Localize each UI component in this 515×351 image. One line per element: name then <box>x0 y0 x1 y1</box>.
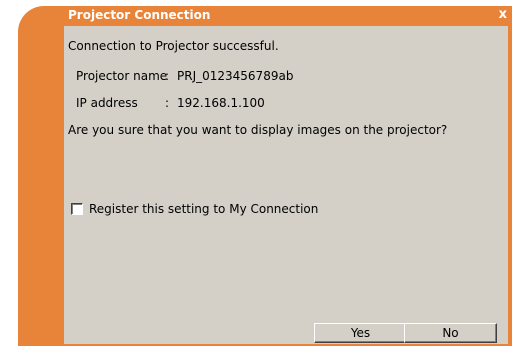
ip-address-separator: : <box>165 96 170 110</box>
confirmation-question: Are you sure that you want to display im… <box>68 123 448 137</box>
ip-address-label: IP address <box>76 96 138 110</box>
register-connection-checkbox[interactable] <box>71 203 83 215</box>
projector-connection-dialog: Projector Connection x Connection to Pro… <box>18 6 512 346</box>
register-connection-label[interactable]: Register this setting to My Connection <box>89 202 318 216</box>
connection-status-message: Connection to Projector successful. <box>68 39 279 53</box>
projector-name-separator: : <box>165 69 170 83</box>
projector-name-label: Projector name <box>76 69 168 83</box>
ip-address-value: 192.168.1.100 <box>177 96 265 110</box>
close-icon[interactable]: x <box>499 7 507 22</box>
yes-button[interactable]: Yes <box>314 323 407 343</box>
dialog-title: Projector Connection <box>68 8 211 22</box>
no-button[interactable]: No <box>404 323 497 343</box>
dialog-body: Connection to Projector successful. Proj… <box>64 26 508 344</box>
title-bar[interactable]: Projector Connection x <box>64 6 512 26</box>
projector-name-value: PRJ_0123456789ab <box>177 69 294 83</box>
